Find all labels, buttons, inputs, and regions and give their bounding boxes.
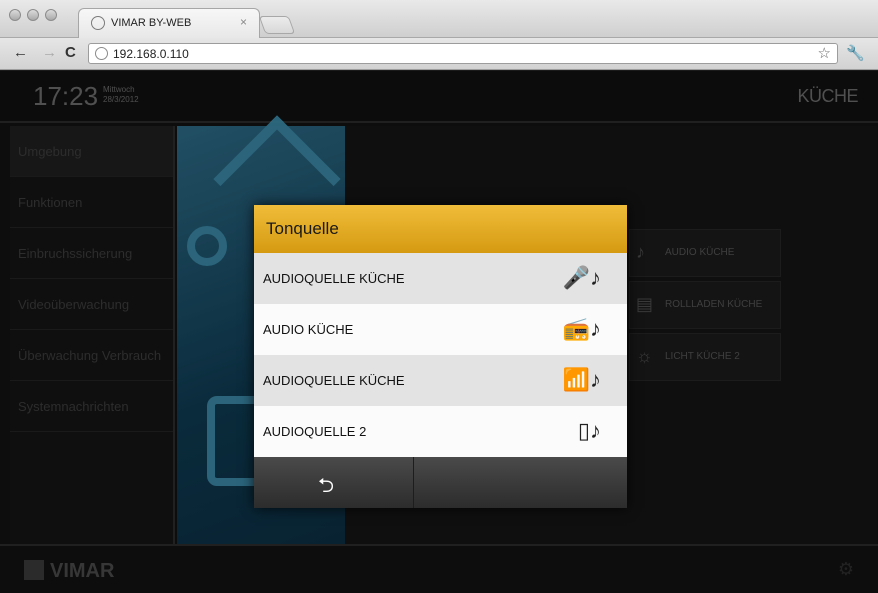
wrench-icon[interactable]: 🔧 (846, 44, 865, 62)
empty-button[interactable] (415, 457, 627, 508)
back-arrow-icon: ⮌ (318, 475, 335, 497)
globe-icon (95, 47, 108, 60)
back-button[interactable]: ⮌ (254, 457, 414, 508)
audio-jack-icon: 🎤♪ (562, 265, 601, 290)
dialog-footer: ⮌ (254, 457, 627, 508)
new-tab-button[interactable] (258, 16, 296, 34)
audio-source-row[interactable]: AUDIOQUELLE KÜCHE 📶♪ (254, 355, 627, 406)
tab-title: VIMAR BY-WEB (111, 17, 192, 29)
zoom-window-button[interactable] (45, 9, 57, 21)
player-icon: ▯♪ (577, 418, 601, 443)
minimize-window-button[interactable] (27, 9, 39, 21)
reload-icon[interactable]: C (65, 44, 76, 61)
radio-icon: 📻♪ (562, 316, 601, 341)
browser-toolbar: ← → C 192.168.0.110 ☆ 🔧 (0, 38, 878, 70)
row-label: AUDIO KÜCHE (263, 322, 354, 337)
row-label: AUDIOQUELLE KÜCHE (263, 373, 405, 388)
back-arrow-icon[interactable]: ← (13, 44, 28, 61)
dialog-header: Tonquelle (254, 205, 627, 253)
address-bar[interactable]: 192.168.0.110 ☆ (88, 43, 838, 64)
row-label: AUDIOQUELLE KÜCHE (263, 271, 405, 286)
browser-window: VIMAR BY-WEB × ← → C 192.168.0.110 ☆ 🔧 1… (0, 0, 878, 593)
audio-source-row[interactable]: AUDIOQUELLE KÜCHE 🎤♪ (254, 253, 627, 304)
bookmark-star-icon[interactable]: ☆ (818, 44, 831, 62)
globe-icon (91, 16, 105, 30)
tab-close-icon[interactable]: × (240, 15, 247, 29)
audio-source-row[interactable]: AUDIO KÜCHE 📻♪ (254, 304, 627, 355)
forward-arrow-icon[interactable]: → (42, 44, 57, 61)
row-label: AUDIOQUELLE 2 (263, 424, 367, 439)
remote-icon: 📶♪ (562, 367, 601, 392)
title-bar: VIMAR BY-WEB × (0, 0, 878, 38)
browser-tab[interactable]: VIMAR BY-WEB × (78, 8, 260, 38)
tonquelle-dialog: Tonquelle AUDIOQUELLE KÜCHE 🎤♪ AUDIO KÜC… (254, 205, 627, 508)
close-window-button[interactable] (9, 9, 21, 21)
audio-source-row[interactable]: AUDIOQUELLE 2 ▯♪ (254, 406, 627, 457)
url-text[interactable]: 192.168.0.110 (113, 47, 189, 61)
dialog-title: Tonquelle (266, 219, 339, 238)
